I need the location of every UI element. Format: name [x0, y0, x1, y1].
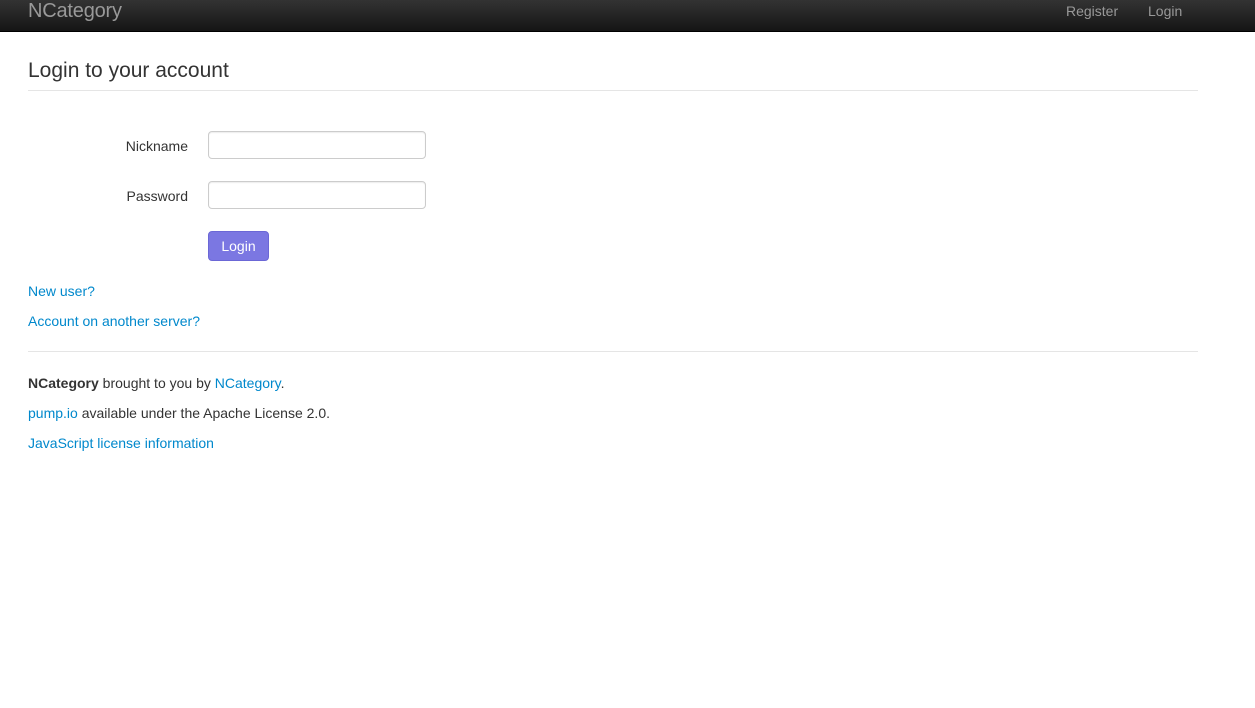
- footer-license-text: available under the Apache License 2.0.: [77, 405, 330, 421]
- password-input[interactable]: [208, 181, 426, 209]
- another-server-row: Account on another server?: [28, 312, 200, 330]
- title-divider: [28, 90, 1198, 91]
- footer-license: pump.io available under the Apache Licen…: [28, 404, 330, 422]
- footer-js-license: JavaScript license information: [28, 434, 214, 452]
- nav-register-link[interactable]: Register: [1066, 2, 1118, 20]
- page-title: Login to your account: [28, 59, 229, 82]
- footer-credits-text: brought to you by: [98, 375, 215, 391]
- login-submit-button[interactable]: Login: [208, 231, 269, 261]
- pump-io-link[interactable]: pump.io: [28, 405, 78, 421]
- js-license-link[interactable]: JavaScript license information: [28, 435, 214, 451]
- footer-site-name: NCategory: [28, 375, 99, 391]
- footer-credits-period: .: [280, 375, 285, 391]
- new-user-link[interactable]: New user?: [28, 283, 95, 299]
- nickname-input[interactable]: [208, 131, 426, 159]
- password-label: Password: [126, 188, 188, 204]
- footer-divider: [28, 351, 1198, 352]
- brand-logo[interactable]: NCategory: [28, 0, 122, 23]
- nickname-label: Nickname: [125, 138, 188, 154]
- top-navbar: NCategory Register Login: [0, 0, 1255, 32]
- footer-owner-link[interactable]: NCategory: [215, 375, 281, 391]
- footer-credits: NCategory brought to you by NCategory.: [28, 374, 285, 392]
- new-user-row: New user?: [28, 282, 95, 300]
- another-server-link[interactable]: Account on another server?: [28, 313, 200, 329]
- nav-login-link[interactable]: Login: [1148, 2, 1182, 20]
